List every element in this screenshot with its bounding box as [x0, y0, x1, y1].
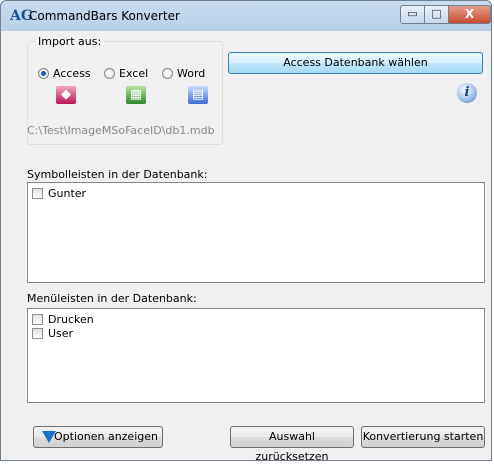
- app-window: AG CommandBars Konverter ▭ □ X Import au…: [0, 0, 492, 463]
- dialog-content: Import aus: Access Excel Word ◆ ▦ ▤ Acce…: [9, 31, 485, 463]
- word-file-icon: ▤: [188, 86, 208, 104]
- list-item[interactable]: User: [28, 326, 484, 340]
- radio-access-label: Access: [53, 67, 91, 80]
- checkbox-drucken[interactable]: [32, 313, 43, 325]
- triangle-down-icon: [42, 431, 56, 443]
- show-options-label: Optionen anzeigen: [54, 430, 158, 443]
- minimize-button[interactable]: ▭: [400, 5, 425, 24]
- window-title: CommandBars Konverter: [29, 9, 180, 23]
- import-group-legend: Import aus:: [36, 35, 104, 48]
- radio-word-dot[interactable]: [162, 68, 173, 79]
- radio-excel[interactable]: Excel: [104, 67, 148, 80]
- access-file-icon: ◆: [56, 86, 76, 104]
- radio-word-label: Word: [177, 67, 206, 80]
- list-item-label: Drucken: [48, 312, 94, 326]
- list-item-label: Gunter: [48, 186, 87, 200]
- checkbox-gunter[interactable]: [32, 187, 43, 199]
- menueleisten-label: Menüleisten in der Datenbank:: [27, 292, 197, 305]
- import-radio-row: Access Excel Word: [38, 67, 218, 83]
- app-logo-icon: AG: [10, 8, 33, 24]
- start-conversion-button[interactable]: Konvertierung starten: [361, 426, 485, 448]
- show-options-button[interactable]: Optionen anzeigen: [33, 426, 163, 448]
- checkbox-user[interactable]: [32, 327, 43, 339]
- title-bar[interactable]: AG CommandBars Konverter ▭ □ X: [1, 1, 491, 31]
- choose-access-database-button[interactable]: Access Datenbank wählen: [228, 52, 483, 74]
- radio-word[interactable]: Word: [162, 67, 205, 80]
- list-item-label: User: [48, 326, 74, 340]
- close-button[interactable]: X: [448, 5, 491, 24]
- symbolleisten-listbox[interactable]: Gunter: [27, 182, 485, 283]
- list-item[interactable]: Drucken: [28, 312, 484, 326]
- info-icon[interactable]: i: [457, 83, 477, 103]
- menueleisten-listbox[interactable]: Drucken User: [27, 308, 485, 403]
- maximize-button[interactable]: □: [424, 5, 449, 24]
- radio-access-dot[interactable]: [38, 68, 49, 79]
- list-item[interactable]: Gunter: [28, 186, 484, 200]
- symbolleisten-label: Symbolleisten in der Datenbank:: [27, 168, 208, 181]
- radio-excel-label: Excel: [119, 67, 149, 80]
- radio-access[interactable]: Access: [38, 67, 91, 80]
- radio-excel-dot[interactable]: [104, 68, 115, 79]
- reset-selection-button[interactable]: Auswahl zurücksetzen: [230, 426, 354, 463]
- database-path: C:\Test\ImageMSoFaceID\db1.mdb: [27, 124, 215, 137]
- excel-file-icon: ▦: [126, 86, 146, 104]
